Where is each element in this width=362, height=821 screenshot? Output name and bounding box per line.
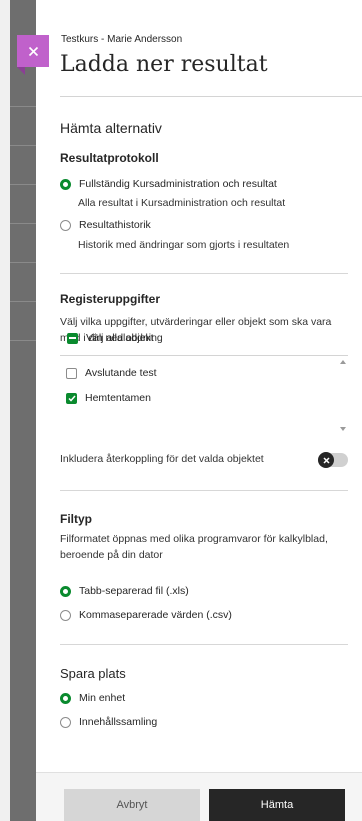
select-all-label: Välj alla objekt	[86, 332, 154, 344]
strip-divider	[10, 145, 36, 146]
toggle-x-icon	[318, 452, 334, 468]
scroll-up-icon[interactable]	[340, 360, 346, 364]
feedback-label: Inkludera återkoppling för det valda obj…	[60, 453, 264, 465]
cancel-button[interactable]: Avbryt	[64, 789, 200, 821]
radio-unselected-icon[interactable]	[60, 609, 71, 621]
protocol-heading: Resultatprotokoll	[60, 151, 159, 165]
panel-footer: Avbryt Hämta	[36, 772, 362, 821]
radio-label: Kommaseparerade värden (.csv)	[79, 609, 232, 621]
course-menu-strip	[10, 0, 36, 821]
radio-description: Alla resultat i Kursadministration och r…	[78, 197, 286, 209]
checkbox-unchecked-icon[interactable]	[66, 367, 77, 379]
filetype-description: Filformatet öppnas med olika programvaro…	[60, 533, 328, 561]
radio-selected-icon[interactable]	[60, 692, 71, 704]
panel-header: Testkurs - Marie Andersson Ladda ner res…	[36, 0, 362, 92]
download-results-panel: Testkurs - Marie Andersson Ladda ner res…	[36, 0, 362, 821]
section-divider	[60, 644, 348, 645]
strip-divider	[10, 340, 36, 341]
radio-label: Resultathistorik	[79, 219, 151, 231]
fetch-button[interactable]: Hämta	[209, 789, 345, 821]
radio-selected-icon[interactable]	[60, 178, 71, 190]
item-checkbox[interactable]: Avslutande test	[66, 367, 157, 379]
checkbox-indeterminate-icon[interactable]	[67, 332, 78, 344]
radio-description: Historik med ändringar som gjorts i resu…	[78, 239, 290, 251]
checkmark-icon	[67, 395, 76, 402]
radio-unselected-icon[interactable]	[60, 716, 71, 728]
radio-my-device[interactable]: Min enhet	[60, 692, 125, 704]
item-label: Avslutande test	[85, 367, 157, 379]
strip-divider	[10, 301, 36, 302]
close-icon	[28, 46, 38, 56]
background-rail	[0, 0, 10, 821]
strip-divider	[10, 223, 36, 224]
items-listbox[interactable]: Avslutande test Hemtentamen	[60, 355, 348, 435]
radio-selected-icon[interactable]	[60, 585, 71, 597]
strip-divider	[10, 262, 36, 263]
register-heading: Registeruppgifter	[60, 292, 161, 306]
dash-icon	[69, 337, 76, 339]
course-subtitle: Testkurs - Marie Andersson	[61, 34, 183, 45]
x-mark	[322, 456, 330, 464]
radio-label: Min enhet	[79, 692, 126, 704]
radio-label: Fullständig Kursadministration och resul…	[79, 178, 277, 190]
scroll-down-icon[interactable]	[340, 427, 346, 431]
radio-label: Innehållssamling	[79, 716, 158, 728]
radio-label: Tabb-separerad fil (.xls)	[79, 585, 189, 597]
item-checkbox[interactable]: Hemtentamen	[66, 392, 151, 404]
item-label: Hemtentamen	[85, 392, 151, 404]
page-title: Ladda ner resultat	[60, 52, 268, 77]
feedback-toggle[interactable]	[318, 452, 348, 468]
section-divider	[60, 490, 348, 491]
strip-divider	[10, 184, 36, 185]
select-all-checkbox[interactable]: Välj alla objekt	[67, 332, 154, 344]
close-panel-button[interactable]	[17, 35, 49, 75]
filetype-heading: Filtyp	[60, 512, 92, 526]
radio-content-collection[interactable]: Innehållssamling	[60, 716, 157, 728]
check-icon[interactable]	[66, 392, 77, 404]
radio-full-admin[interactable]: Fullständig Kursadministration och resul…	[60, 178, 277, 190]
options-heading: Hämta alternativ	[60, 120, 162, 136]
radio-csv[interactable]: Kommaseparerade värden (.csv)	[60, 609, 232, 621]
section-divider	[60, 273, 348, 274]
radio-unselected-icon[interactable]	[60, 219, 71, 231]
radio-xls[interactable]: Tabb-separerad fil (.xls)	[60, 585, 189, 597]
radio-result-history[interactable]: Resultathistorik	[60, 219, 151, 231]
location-heading: Spara plats	[60, 666, 126, 681]
header-divider	[60, 96, 362, 97]
strip-divider	[10, 106, 36, 107]
